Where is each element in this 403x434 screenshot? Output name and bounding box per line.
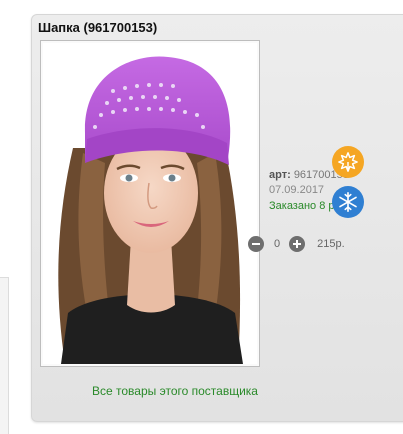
quantity-value: 0 [274, 238, 281, 250]
minus-icon [252, 243, 260, 245]
product-card: Шапка (961700153) арт: 961700153 07.09.2… [31, 14, 403, 422]
product-price: 215р. [317, 238, 345, 250]
product-title: Шапка (961700153) [38, 20, 158, 35]
supplier-products-link[interactable]: Все товары этого поставщика [92, 384, 258, 398]
plus-icon [293, 240, 302, 248]
autumn-leaf-icon [332, 146, 364, 178]
quantity-stepper: 0 215р. [248, 236, 345, 252]
winter-snowflake-icon [332, 186, 364, 218]
product-photo[interactable] [40, 40, 260, 367]
increase-quantity-button[interactable] [289, 236, 306, 252]
decrease-quantity-button[interactable] [248, 236, 264, 252]
adjacent-card-edge [0, 277, 9, 434]
sku-label: арт: [269, 169, 291, 181]
product-image [43, 43, 257, 364]
